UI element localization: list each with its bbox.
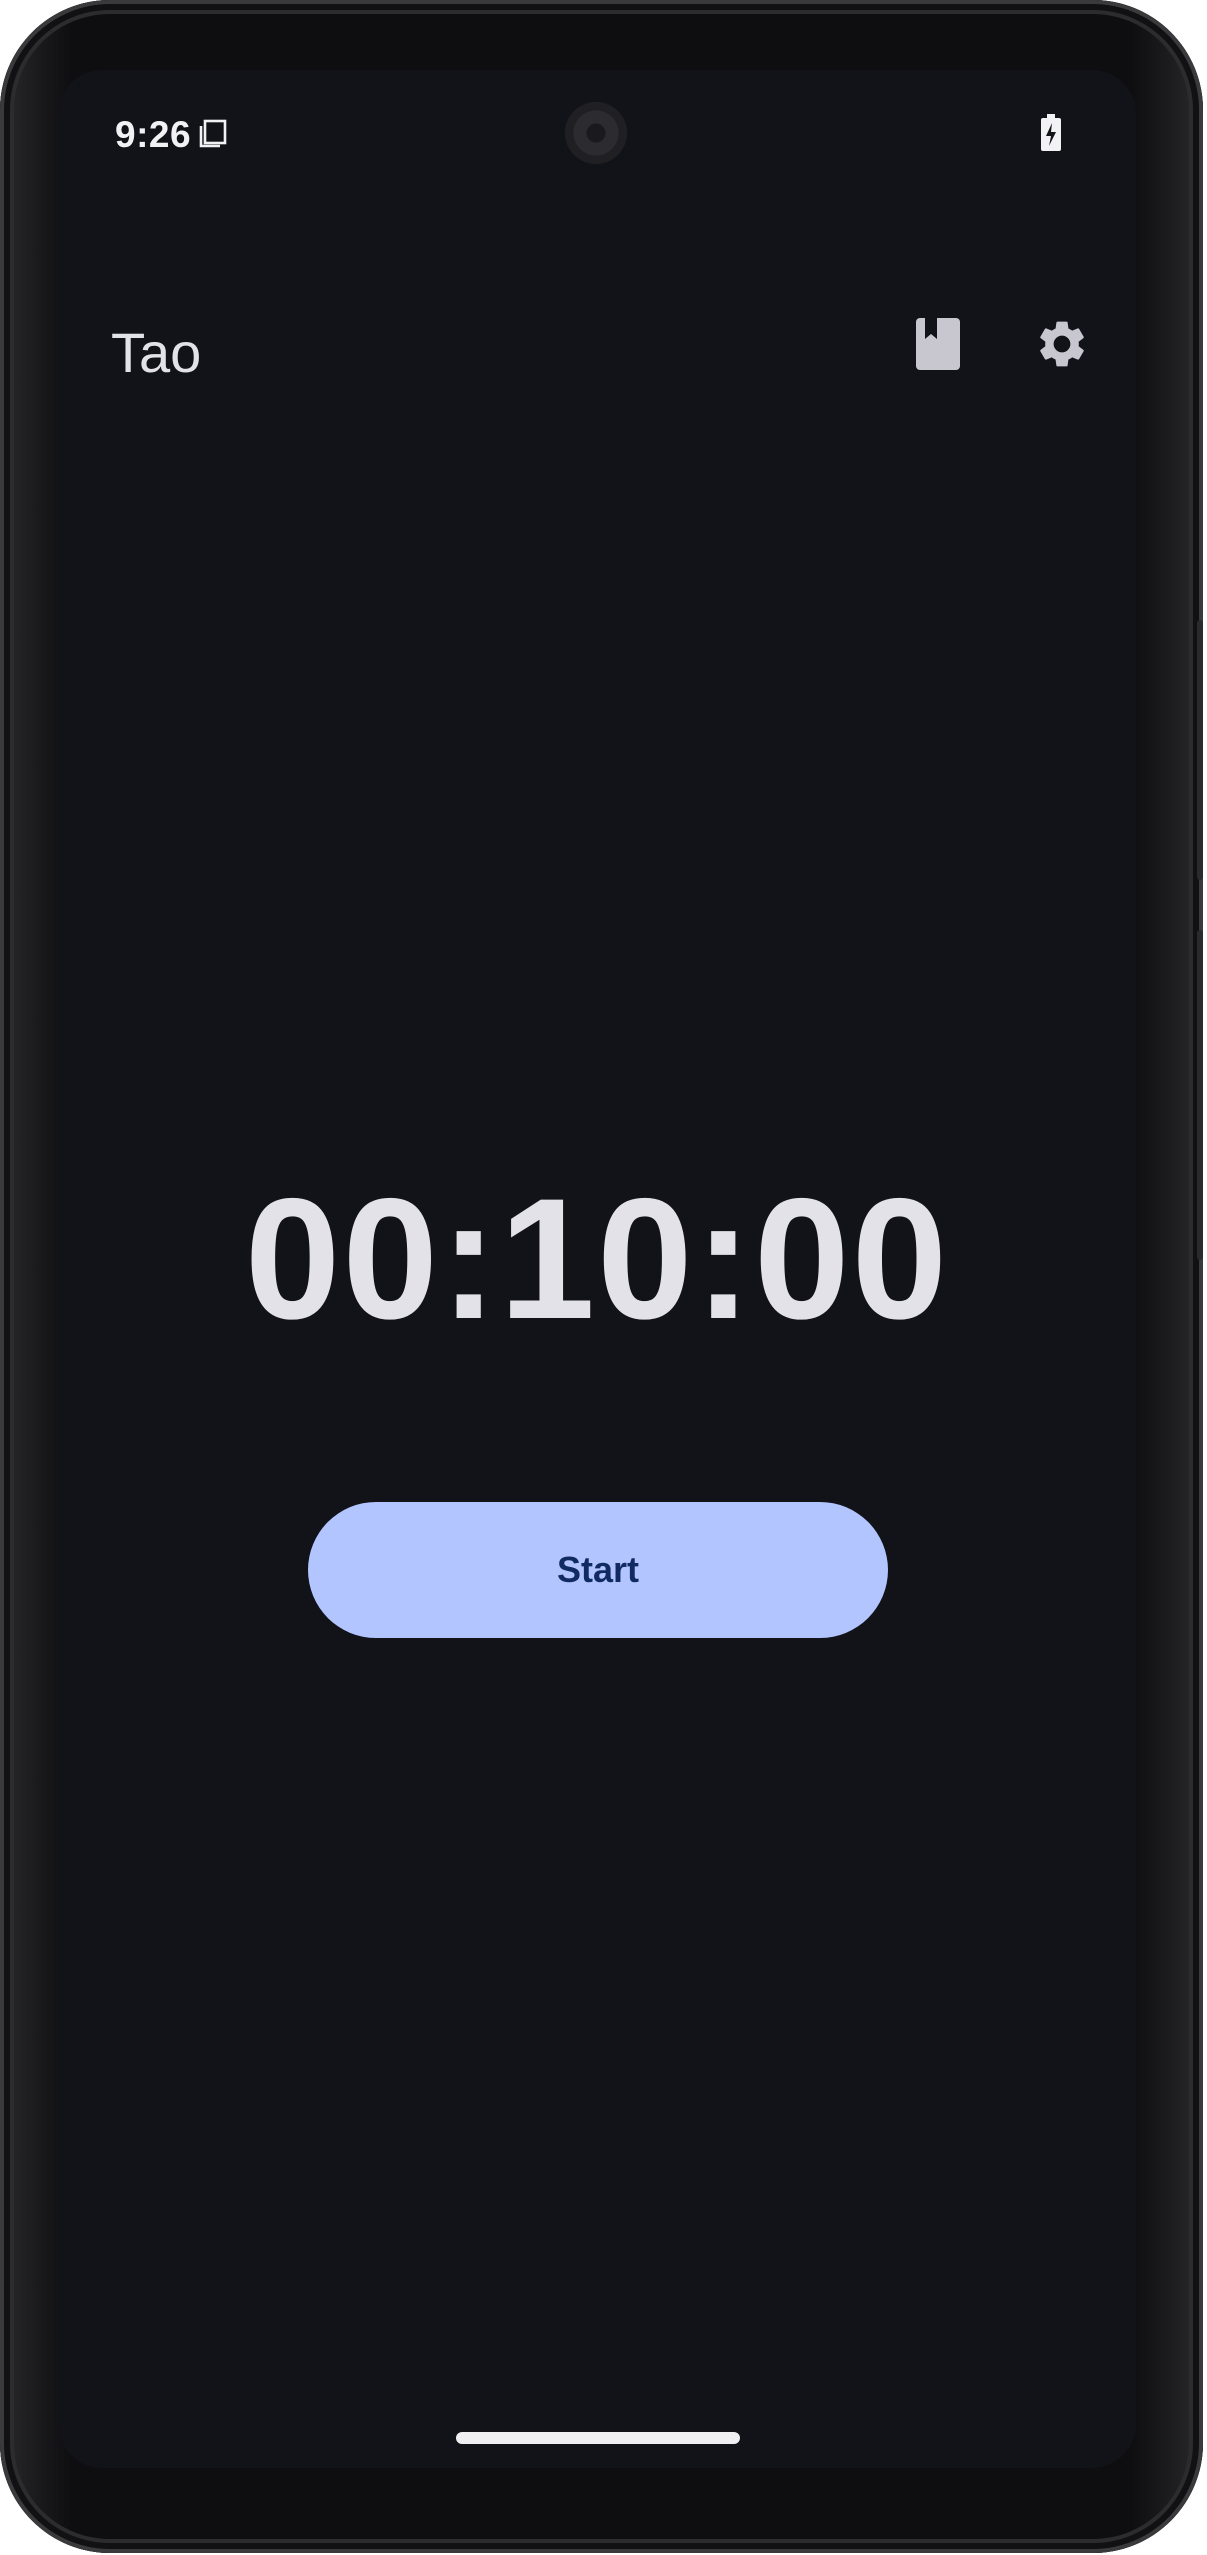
status-bar: 9:26: [58, 70, 1136, 170]
settings-button[interactable]: [1012, 296, 1112, 396]
top-app-bar: Tao: [58, 260, 1136, 400]
sim-card-icon: [198, 118, 228, 148]
gear-icon: [1034, 316, 1090, 377]
start-button[interactable]: Start: [308, 1502, 888, 1638]
timer-display: 00:10:00: [244, 1163, 950, 1355]
log-book-button[interactable]: [888, 296, 988, 396]
status-time: 9:26: [115, 114, 192, 155]
app-screen: 9:26 Tao 00:10:00 Start: [58, 70, 1136, 2468]
front-camera: [565, 102, 627, 164]
battery-charging-icon: [1040, 114, 1062, 152]
power-button: [1197, 620, 1203, 880]
app-title: Tao: [111, 321, 202, 384]
bookmark-book-icon: [915, 317, 961, 376]
home-indicator[interactable]: [456, 2432, 740, 2444]
volume-rocker: [1197, 930, 1203, 1260]
